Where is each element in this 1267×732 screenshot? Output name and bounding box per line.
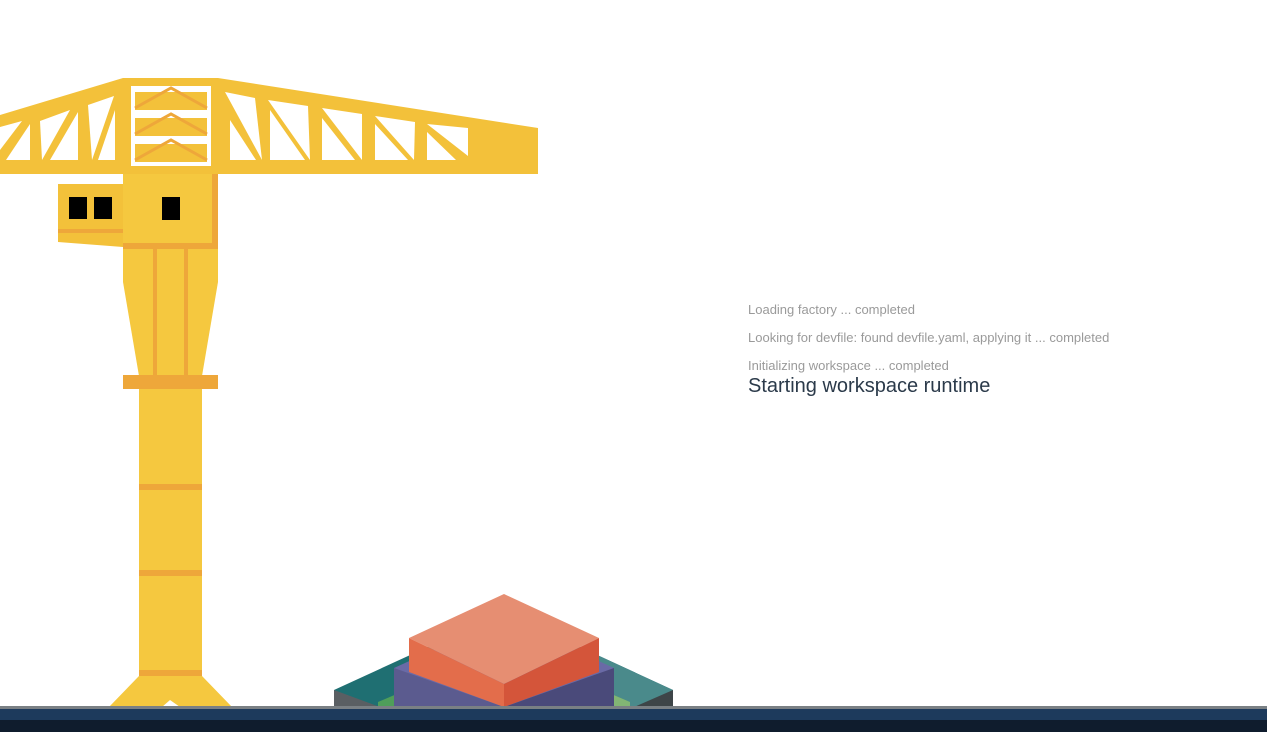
workspace-progress-log: Loading factory ... completed Looking fo… [748, 296, 1248, 398]
log-step-loading-factory: Loading factory ... completed [748, 302, 915, 317]
stacked-containers-icon [334, 594, 673, 707]
log-step-devfile: Looking for devfile: found devfile.yaml,… [748, 330, 1110, 345]
footer-bar [0, 720, 1267, 732]
current-step-label: Starting workspace runtime [748, 375, 991, 397]
crane-icon [0, 78, 538, 707]
floor-band [0, 709, 1267, 720]
